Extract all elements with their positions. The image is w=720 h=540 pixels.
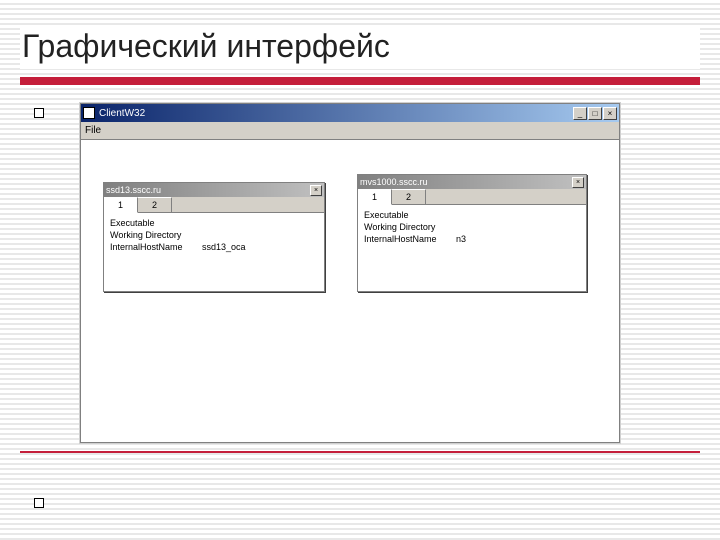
- menubar: File: [81, 122, 619, 140]
- maximize-button[interactable]: □: [588, 107, 602, 120]
- right-content: Executable Working Directory InternalHos…: [358, 205, 586, 249]
- right-tab-2[interactable]: 2: [392, 189, 426, 204]
- right-label-executable: Executable: [364, 209, 456, 221]
- left-row-executable: Executable: [110, 217, 318, 229]
- main-window-titlebar[interactable]: ClientW32 _ □ ×: [81, 104, 619, 122]
- right-window-title: mvs1000.sscc.ru: [360, 177, 572, 187]
- right-value-hostname: n3: [456, 233, 466, 245]
- main-window: ClientW32 _ □ × File ssd13.sscc.ru × 1 2: [80, 103, 620, 443]
- left-value-hostname: ssd13_oca: [202, 241, 246, 253]
- slide-bullet-icon: [34, 498, 44, 508]
- bottom-underline: [20, 451, 700, 453]
- slide-title: Графический интерфейс: [20, 28, 700, 69]
- left-label-hostname: InternalHostName: [110, 241, 202, 253]
- left-tabs: 1 2: [104, 197, 324, 213]
- left-close-button[interactable]: ×: [310, 185, 322, 196]
- close-button[interactable]: ×: [603, 107, 617, 120]
- app-icon: [83, 107, 95, 119]
- left-tab-2[interactable]: 2: [138, 197, 172, 212]
- right-window-buttons: ×: [572, 177, 584, 188]
- slide: Графический интерфейс ClientW32 _ □ × Fi…: [20, 28, 700, 453]
- right-row-executable: Executable: [364, 209, 580, 221]
- left-row-hostname: InternalHostName ssd13_oca: [110, 241, 318, 253]
- left-window-title: ssd13.sscc.ru: [106, 185, 310, 195]
- right-window-titlebar[interactable]: mvs1000.sscc.ru ×: [358, 175, 586, 189]
- right-label-hostname: InternalHostName: [364, 233, 456, 245]
- main-window-title: ClientW32: [99, 108, 573, 119]
- right-tab-1[interactable]: 1: [358, 189, 392, 205]
- left-label-executable: Executable: [110, 217, 202, 229]
- left-window-titlebar[interactable]: ssd13.sscc.ru ×: [104, 183, 324, 197]
- right-close-button[interactable]: ×: [572, 177, 584, 188]
- left-label-workdir: Working Directory: [110, 229, 202, 241]
- right-row-hostname: InternalHostName n3: [364, 233, 580, 245]
- right-tabs: 1 2: [358, 189, 586, 205]
- right-label-workdir: Working Directory: [364, 221, 456, 233]
- left-tab-1[interactable]: 1: [104, 197, 138, 213]
- left-content: Executable Working Directory InternalHos…: [104, 213, 324, 257]
- slide-bullet-icon: [34, 108, 44, 118]
- title-underline: [20, 77, 700, 85]
- menu-file[interactable]: File: [85, 125, 101, 136]
- window-buttons: _ □ ×: [573, 107, 617, 120]
- left-child-window: ssd13.sscc.ru × 1 2 Executable Working D…: [103, 182, 325, 292]
- left-window-buttons: ×: [310, 185, 322, 196]
- right-child-window: mvs1000.sscc.ru × 1 2 Executable Working…: [357, 174, 587, 292]
- minimize-button[interactable]: _: [573, 107, 587, 120]
- right-row-workdir: Working Directory: [364, 221, 580, 233]
- left-row-workdir: Working Directory: [110, 229, 318, 241]
